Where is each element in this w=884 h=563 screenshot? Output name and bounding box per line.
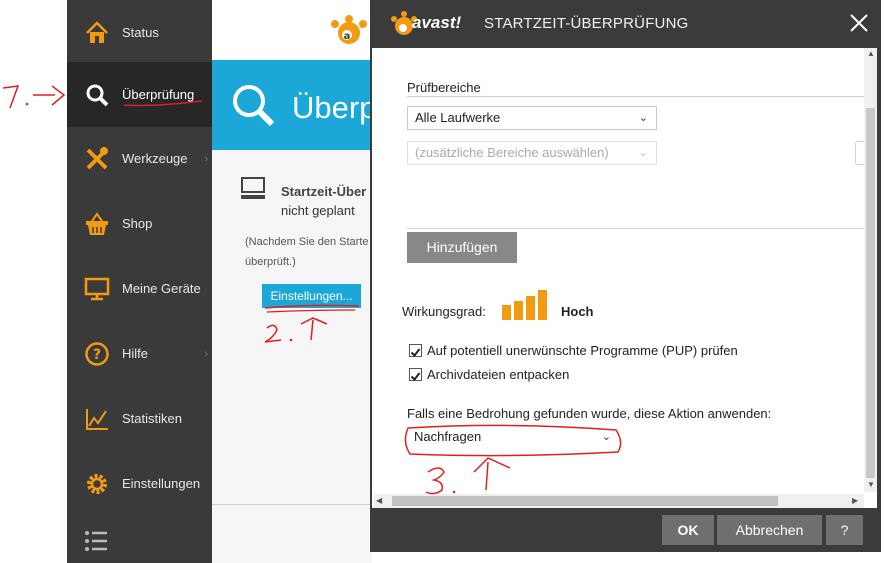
archive-checkbox[interactable]	[409, 368, 422, 382]
sidebar-item-status[interactable]: Status	[67, 0, 212, 65]
svg-text:a: a	[344, 31, 351, 42]
sidebar-item-ueberpruefung[interactable]: Überprüfung	[67, 62, 212, 127]
efficiency-bar	[538, 290, 547, 320]
tools-icon	[82, 144, 112, 174]
pup-checkbox[interactable]	[409, 344, 422, 358]
vertical-scrollbar[interactable]: ▲ ▼	[864, 48, 877, 492]
sidebar-item-statistiken[interactable]: Statistiken	[67, 386, 212, 451]
sidebar-item-label: Einstellungen	[122, 476, 201, 491]
efficiency-value: Hoch	[561, 304, 594, 319]
search-icon	[230, 82, 276, 133]
cancel-button[interactable]: Abbrechen	[717, 515, 822, 545]
scroll-down-icon[interactable]: ▼	[867, 480, 875, 489]
scroll-up-icon[interactable]: ▲	[867, 49, 875, 58]
chevron-down-icon: ⌄	[638, 112, 648, 124]
scroll-right-icon[interactable]: ▶	[852, 496, 858, 505]
card-status: nicht geplant	[281, 203, 355, 218]
annotation-step-2	[264, 304, 360, 343]
sidebar: Status Überprüfung Werkzeuge › Shop Mein…	[67, 0, 212, 563]
efficiency-bar	[526, 296, 535, 320]
sidebar-item-hilfe[interactable]: ? Hilfe ›	[67, 321, 212, 386]
svg-text:?: ?	[93, 347, 101, 363]
divider	[212, 504, 372, 505]
archive-checkbox-label: Archivdateien entpacken	[427, 367, 570, 382]
help-button[interactable]: ?	[826, 515, 863, 545]
drive-select-value: Alle Laufwerke	[415, 110, 501, 125]
checkmark-icon	[410, 372, 421, 382]
scroll-left-icon[interactable]: ◀	[376, 496, 382, 505]
scan-areas-label: Prüfbereiche	[407, 80, 481, 95]
threat-action-label: Falls eine Bedrohung gefunden wurde, die…	[407, 406, 772, 421]
avast-logo-icon: a	[329, 14, 369, 53]
sidebar-item-label: Shop	[122, 216, 153, 231]
annotation-underline-ueberpruefung	[123, 100, 203, 107]
chevron-down-icon: ⌄	[638, 147, 648, 159]
efficiency-bar	[514, 301, 523, 320]
computer-icon	[240, 176, 266, 207]
efficiency-bar	[502, 305, 511, 320]
close-icon[interactable]	[848, 12, 870, 34]
vertical-scroll-thumb[interactable]	[866, 108, 875, 478]
sidebar-item-label: Statistiken	[122, 411, 182, 426]
extra-areas-placeholder: (zusätzliche Bereiche auswählen)	[415, 145, 609, 160]
menu-list-icon[interactable]	[83, 528, 109, 554]
card-note: überprüft.)	[245, 256, 296, 268]
search-icon	[82, 80, 112, 110]
chevron-right-icon: ›	[204, 152, 208, 165]
efficiency-label: Wirkungsgrad:	[402, 304, 486, 319]
add-button[interactable]: Hinzufügen	[407, 232, 517, 263]
efficiency-bars	[502, 290, 550, 320]
annotation-step-1-drawing	[2, 85, 66, 109]
ok-button[interactable]: OK	[662, 515, 714, 545]
pup-checkbox-label: Auf potentiell unerwünschte Programme (P…	[427, 343, 738, 358]
annotation-step-1	[0, 78, 67, 113]
chevron-right-icon: ›	[204, 347, 208, 360]
monitor-icon	[82, 274, 112, 304]
dialog-title: STARTZEIT-ÜBERPRÜFUNG	[484, 15, 689, 32]
extra-areas-select[interactable]: (zusätzliche Bereiche auswählen) ⌄	[407, 141, 657, 165]
annotation-step-3	[404, 424, 622, 495]
sidebar-item-label: Meine Geräte	[122, 281, 201, 296]
help-icon: ?	[82, 339, 112, 369]
drive-select[interactable]: Alle Laufwerke ⌄	[407, 106, 657, 130]
sidebar-item-label: Hilfe	[122, 346, 149, 361]
sidebar-item-shop[interactable]: Shop	[67, 191, 212, 256]
home-icon	[82, 18, 112, 48]
sidebar-item-meine-geraete[interactable]: Meine Geräte	[67, 256, 212, 321]
main-panel: a Überpr Startzeit-Über nicht geplant (N…	[212, 0, 387, 563]
card-note: (Nachdem Sie den Starte	[245, 236, 369, 248]
chart-icon	[82, 404, 112, 434]
sidebar-item-einstellungen[interactable]: Einstellungen	[67, 451, 212, 516]
sidebar-item-label: Status	[122, 25, 159, 40]
main-topbar: a	[212, 0, 372, 60]
basket-icon	[82, 209, 112, 239]
brand-name: avast!	[412, 13, 462, 32]
card-title: Startzeit-Über	[281, 184, 367, 199]
sidebar-item-werkzeuge[interactable]: Werkzeuge ›	[67, 126, 212, 191]
gear-icon	[82, 469, 112, 499]
sidebar-item-label: Werkzeuge	[122, 151, 188, 166]
checkmark-icon	[410, 348, 421, 358]
